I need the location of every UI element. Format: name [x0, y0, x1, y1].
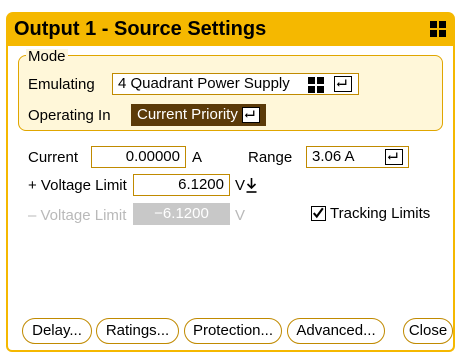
range-enter-icon[interactable]: [385, 149, 403, 165]
delay-button[interactable]: Delay...: [22, 318, 92, 344]
current-value: 0.00000: [125, 148, 180, 165]
pos-voltage-limit-value: 6.1200: [178, 176, 224, 193]
neg-voltage-limit-input: −6.1200: [133, 203, 230, 225]
operating-enter-icon[interactable]: [242, 107, 260, 123]
pos-voltage-unit: V: [235, 177, 246, 194]
close-button[interactable]: Close: [403, 318, 453, 344]
operating-in-value: Current Priority: [137, 106, 238, 123]
current-label: Current: [28, 149, 79, 166]
emulating-value: 4 Quadrant Power Supply: [118, 75, 290, 92]
tracking-limits-label[interactable]: Tracking Limits: [330, 205, 430, 222]
current-input[interactable]: 0.00000: [91, 146, 186, 168]
protection-button[interactable]: Protection...: [184, 318, 282, 344]
emulating-enter-icon[interactable]: [334, 76, 352, 92]
source-settings-window: Output 1 - Source Settings Mode Emulatin…: [0, 0, 461, 360]
range-value: 3.06 A: [312, 148, 355, 165]
ratings-button[interactable]: Ratings...: [96, 318, 179, 344]
tracking-limits-checkbox[interactable]: [311, 206, 326, 221]
neg-voltage-limit-value: −6.1200: [154, 205, 209, 222]
range-label: Range: [248, 149, 293, 166]
download-arrow-icon[interactable]: [246, 177, 257, 194]
grid-select-icon[interactable]: [308, 77, 324, 93]
advanced-button[interactable]: Advanced...: [287, 318, 385, 344]
pos-voltage-limit-input[interactable]: 6.1200: [133, 174, 230, 196]
current-unit: A: [192, 149, 203, 166]
checkmark-icon: [312, 207, 324, 219]
window-title: Output 1 - Source Settings: [14, 18, 267, 40]
title-bar: Output 1 - Source Settings: [6, 12, 455, 46]
operating-in-label: Operating In: [28, 107, 111, 124]
emulating-label: Emulating: [28, 76, 95, 93]
mode-group-label: Mode: [26, 48, 68, 65]
pos-voltage-limit-label: + Voltage Limit: [28, 177, 127, 194]
neg-voltage-unit: V: [235, 207, 246, 224]
grid-menu-icon[interactable]: [429, 20, 447, 38]
neg-voltage-limit-label: – Voltage Limit: [28, 207, 127, 224]
